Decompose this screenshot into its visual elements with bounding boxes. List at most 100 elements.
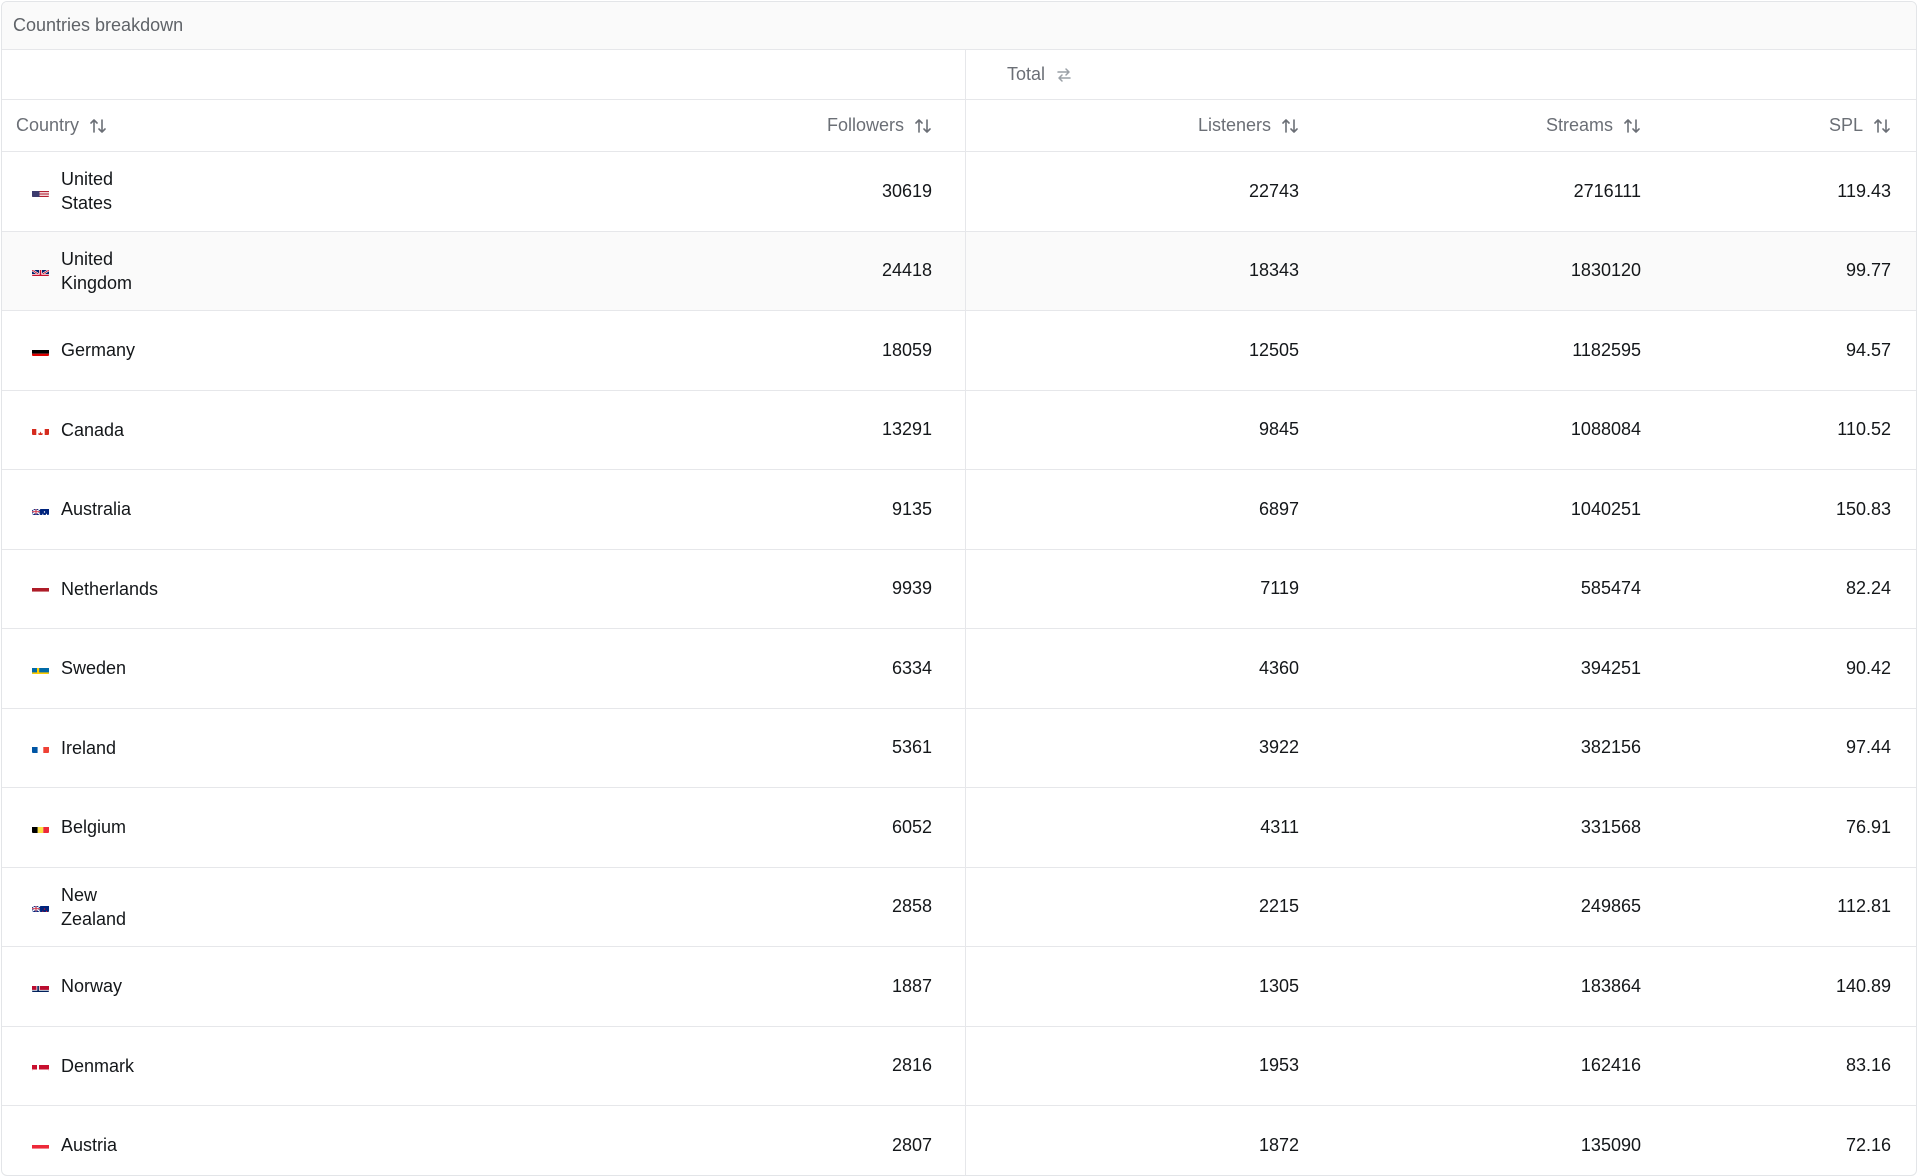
table-row[interactable]: New Zealand 2858 2215 249865 112.81	[2, 867, 1916, 947]
country-cell: United States	[2, 152, 618, 231]
spl-cell: 97.44	[1845, 737, 1891, 758]
followers-cell: 13291	[618, 390, 966, 469]
country-cell: United Kingdom	[2, 232, 618, 311]
streams-cell: 162416	[1580, 1055, 1641, 1076]
table-row[interactable]: Netherlands 9939 7119 585474 82.24	[2, 549, 1916, 629]
sort-arrows-icon[interactable]	[1873, 117, 1891, 135]
table-row[interactable]: Norway 1887 1305 183864 140.89	[2, 947, 1916, 1027]
sort-arrows-icon[interactable]	[89, 117, 107, 135]
streams-cell: 1088084	[1570, 419, 1641, 440]
table-body: United States 30619 22743 2716111 119.43 Unit…	[2, 152, 1916, 1175]
country-name: Belgium	[61, 817, 127, 838]
streams-cell: 585474	[1580, 578, 1641, 599]
country-cell: Netherlands	[2, 550, 618, 629]
followers-cell: 9135	[618, 470, 966, 549]
listeners-column-header[interactable]: Listeners	[966, 100, 1329, 151]
country-cell: Austria	[2, 1106, 618, 1175]
country-cell: New Zealand	[2, 868, 618, 947]
table-row[interactable]: Denmark 2816 1953 162416 83.16	[2, 1026, 1916, 1106]
listeners-cell: 7119	[1260, 578, 1299, 599]
spl-column-header[interactable]: SPL	[1671, 100, 1916, 151]
country-cell: Canada	[2, 391, 618, 470]
streams-cell: 135090	[1580, 1134, 1641, 1155]
table-row[interactable]: Austria 2807 1872 135090 72.16	[2, 1106, 1916, 1175]
country-name: Australia	[61, 499, 132, 520]
listeners-cell: 6897	[1258, 498, 1299, 519]
listeners-cell: 2215	[1258, 896, 1299, 917]
spl-column-label: SPL	[1828, 115, 1863, 135]
dk-flag-icon	[32, 1060, 49, 1072]
swap-arrows-icon[interactable]	[1055, 66, 1073, 84]
followers-cell: 2816	[618, 1026, 966, 1105]
column-group-header: Total	[2, 50, 1916, 100]
table-row[interactable]: Sweden 6334 4360 394251 90.42	[2, 629, 1916, 709]
listeners-cell: 9845	[1258, 419, 1299, 440]
listeners-cell: 4311	[1260, 816, 1299, 837]
nz-flag-icon	[32, 901, 49, 913]
country-cell: Belgium	[2, 788, 618, 867]
table-row[interactable]: Belgium 6052 4311 331568 76.91	[2, 788, 1916, 868]
followers-cell: 6052	[618, 788, 966, 867]
spl-cell: 76.91	[1845, 816, 1891, 837]
table-row[interactable]: Australia 9135 6897 1040251 150.83	[2, 470, 1916, 550]
table-row[interactable]: Germany 18059 12505 1182595 94.57	[2, 311, 1916, 391]
se-flag-icon	[32, 663, 49, 674]
streams-column-header[interactable]: Streams	[1329, 100, 1671, 151]
streams-cell: 183864	[1580, 975, 1641, 996]
followers-cell: 1887	[618, 947, 966, 1026]
country-cell: Germany	[2, 311, 618, 390]
listeners-cell: 1872	[1258, 1134, 1299, 1155]
us-flag-icon	[32, 186, 49, 197]
ie-flag-icon	[32, 742, 49, 754]
countries-breakdown-card: Countries breakdown Total Country Follow…	[1, 1, 1917, 1176]
table-row[interactable]: Ireland 5361 3922 382156 97.44	[2, 708, 1916, 788]
spl-cell: 140.89	[1835, 975, 1891, 996]
spl-cell: 150.83	[1835, 498, 1891, 519]
card-title: Countries breakdown	[13, 15, 184, 35]
country-name: United States	[61, 169, 114, 214]
followers-cell: 30619	[618, 152, 966, 231]
streams-cell: 1182595	[1572, 339, 1641, 360]
country-cell: Denmark	[2, 1027, 618, 1106]
spl-cell: 83.16	[1845, 1055, 1891, 1076]
streams-cell: 1830120	[1570, 260, 1641, 281]
followers-cell: 5361	[618, 708, 966, 787]
followers-cell: 18059	[618, 311, 966, 390]
country-name: Norway	[61, 976, 123, 997]
spl-cell: 82.24	[1845, 578, 1891, 599]
country-name: Germany	[61, 340, 136, 361]
streams-cell: 249865	[1580, 896, 1641, 917]
group-spacer	[2, 50, 966, 99]
be-flag-icon	[32, 822, 49, 833]
followers-cell: 9939	[618, 549, 966, 628]
country-cell: Norway	[2, 947, 618, 1026]
spl-cell: 110.52	[1837, 419, 1891, 440]
country-name: New Zealand	[61, 884, 127, 929]
streams-column-label: Streams	[1545, 115, 1613, 135]
total-group-header[interactable]: Total	[966, 50, 1916, 99]
spl-cell: 94.57	[1845, 339, 1891, 360]
streams-cell: 331568	[1580, 816, 1641, 837]
followers-column-header[interactable]: Followers	[618, 100, 966, 151]
country-name: Ireland	[61, 737, 117, 758]
country-name: Austria	[61, 1135, 118, 1156]
spl-cell: 112.81	[1837, 896, 1891, 917]
streams-cell: 394251	[1580, 657, 1641, 678]
table-row[interactable]: Canada 13291 9845 1088084 110.52	[2, 390, 1916, 470]
country-column-label: Country	[16, 115, 80, 135]
country-cell: Ireland	[2, 709, 618, 788]
table-row[interactable]: United Kingdom 24418 18343 1830120 99.77	[2, 231, 1916, 311]
country-name: Sweden	[61, 658, 127, 679]
card-header: Countries breakdown	[2, 2, 1916, 50]
ca-flag-icon	[32, 424, 49, 436]
gb-flag-icon	[32, 265, 49, 277]
table-row[interactable]: United States 30619 22743 2716111 119.43	[2, 152, 1916, 232]
country-column-header[interactable]: Country	[2, 100, 618, 151]
listeners-cell: 1305	[1258, 975, 1299, 996]
table-header-row: Country Followers Listeners Streams SPL	[2, 100, 1916, 152]
country-name: Denmark	[61, 1055, 135, 1076]
au-flag-icon	[32, 504, 49, 515]
sort-arrows-icon[interactable]	[914, 117, 932, 135]
sort-arrows-icon[interactable]	[1281, 117, 1299, 135]
sort-arrows-icon[interactable]	[1623, 117, 1641, 135]
